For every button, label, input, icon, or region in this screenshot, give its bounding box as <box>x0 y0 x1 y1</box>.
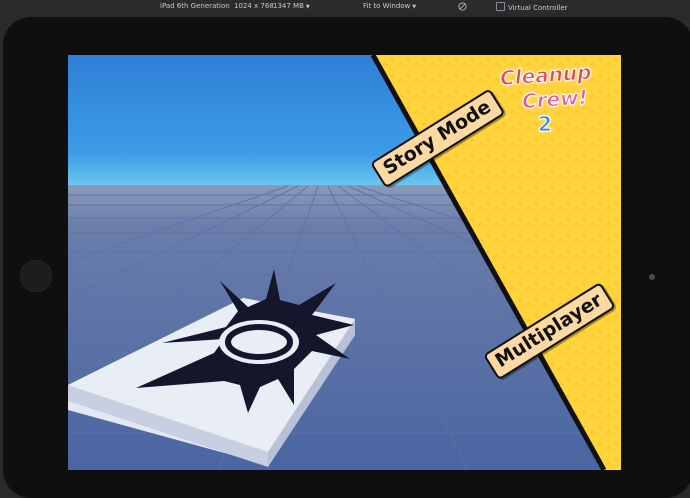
game-logo: Cleanup Crew! 2 <box>498 57 618 139</box>
fit-selector[interactable]: Fit to Window ▼ <box>363 2 416 10</box>
virtual-controller-label: Virtual Controller <box>508 4 568 12</box>
resolution-display: 1024 x 768 <box>234 2 274 10</box>
logo-number: 2 <box>538 112 553 137</box>
virtual-controller-toggle[interactable]: Virtual Controller <box>496 2 568 12</box>
memory-selector[interactable]: 1347 MB ▼ <box>273 2 310 10</box>
game-viewport[interactable]: Cleanup Crew! 2 Story Mode Multiplayer <box>68 55 621 470</box>
memory-label: 1347 MB <box>273 2 304 10</box>
chevron-down-icon: ▼ <box>412 4 417 10</box>
logo-title-line2: Crew! <box>521 84 589 114</box>
orientation-lock-icon[interactable] <box>458 2 467 13</box>
resolution-label: 1024 x 768 <box>234 2 274 10</box>
home-button[interactable] <box>20 260 52 292</box>
chevron-down-icon: ▼ <box>305 4 310 10</box>
device-label: iPad 6th Generation <box>160 2 230 10</box>
camera-icon <box>649 274 655 280</box>
checkbox-icon[interactable] <box>496 2 505 11</box>
device-selector[interactable]: iPad 6th Generation <box>160 2 230 10</box>
emulator-toolbar: iPad 6th Generation 1024 x 768 1347 MB ▼ … <box>0 0 690 13</box>
fit-label: Fit to Window <box>363 2 411 10</box>
